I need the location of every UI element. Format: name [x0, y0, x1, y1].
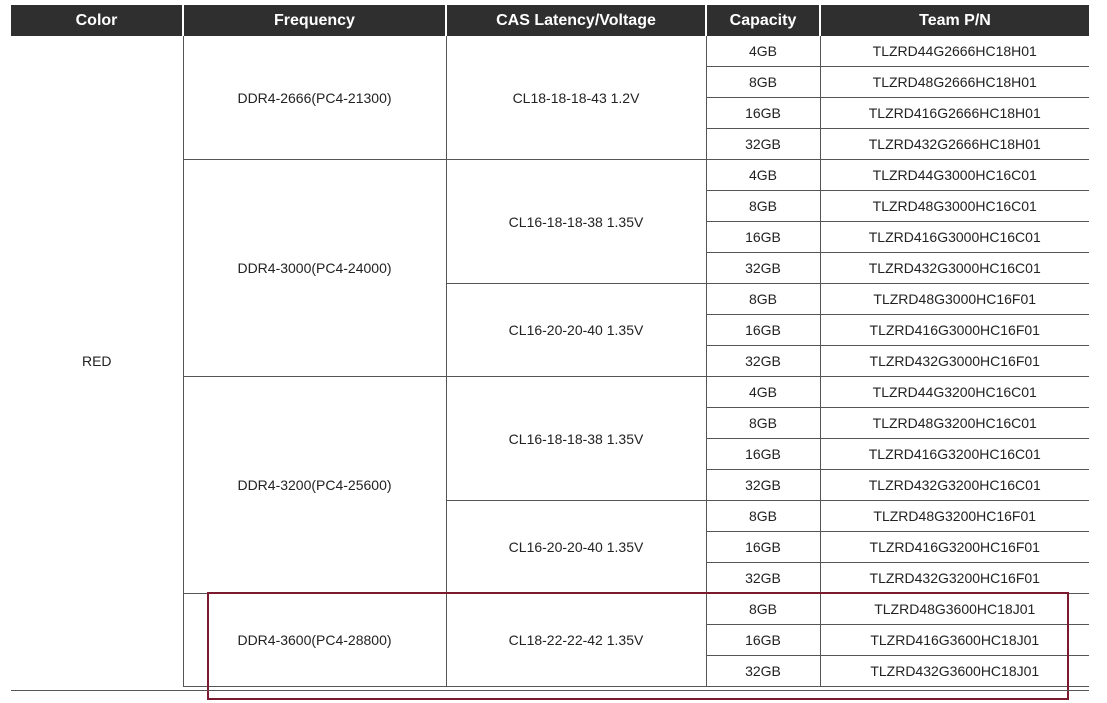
part-number-cell: TLZRD48G3600HC18J01 [820, 593, 1089, 625]
part-number-cell: TLZRD432G3600HC18J01 [820, 655, 1089, 687]
capacity-cell: 8GB [706, 593, 821, 625]
capacity-cell: 8GB [706, 190, 821, 222]
part-number-cell: TLZRD48G2666HC18H01 [820, 66, 1089, 98]
capacity-cell: 16GB [706, 438, 821, 470]
capacity-cell: 32GB [706, 252, 821, 284]
part-number-cell: TLZRD48G3000HC16C01 [820, 190, 1089, 222]
cas-latency-cell: CL16-20-20-40 1.35V [446, 500, 707, 594]
table-row: RED DDR4-2666(PC4-21300) CL18-18-18-43 1.2… [11, 36, 1089, 687]
part-number-cell: TLZRD416G2666HC18H01 [820, 97, 1089, 129]
capacity-cell: 16GB [706, 624, 821, 656]
part-number-cell: TLZRD48G3200HC16F01 [820, 500, 1089, 532]
cas-latency-cell: CL16-20-20-40 1.35V [446, 283, 707, 377]
capacity-cell: 32GB [706, 128, 821, 160]
cas-latency-cell: CL18-18-18-43 1.2V [446, 36, 707, 160]
part-number-cell: TLZRD416G3200HC16C01 [820, 438, 1089, 470]
capacity-cell: 4GB [706, 36, 821, 67]
part-number-cell: TLZRD432G3200HC16F01 [820, 562, 1089, 594]
capacity-cell: 16GB [706, 97, 821, 129]
memory-spec-table: Color Frequency CAS Latency/Voltage Capa… [11, 5, 1089, 687]
bottom-rule [11, 690, 1089, 691]
capacity-cell: 32GB [706, 469, 821, 501]
capacity-cell: 16GB [706, 314, 821, 346]
capacity-cell: 8GB [706, 66, 821, 98]
capacity-cell: 8GB [706, 500, 821, 532]
table-header-row: Color Frequency CAS Latency/Voltage Capa… [11, 5, 1089, 36]
part-number-cell: TLZRD432G3200HC16C01 [820, 469, 1089, 501]
capacity-cell: 32GB [706, 345, 821, 377]
part-number-cell: TLZRD416G3000HC16F01 [820, 314, 1089, 346]
capacity-cell: 16GB [706, 221, 821, 253]
part-number-cell: TLZRD48G3000HC16F01 [820, 283, 1089, 315]
header-capacity: Capacity [706, 5, 821, 36]
capacity-cell: 16GB [706, 531, 821, 563]
capacity-cell: 32GB [706, 562, 821, 594]
capacity-cell: 8GB [706, 283, 821, 315]
capacity-cell: 32GB [706, 655, 821, 687]
header-cas-latency: CAS Latency/Voltage [446, 5, 707, 36]
part-number-cell: TLZRD416G3600HC18J01 [820, 624, 1089, 656]
capacity-cell: 8GB [706, 407, 821, 439]
frequency-cell: DDR4-3000(PC4-24000) [183, 159, 447, 377]
frequency-cell: DDR4-3600(PC4-28800) [183, 593, 447, 687]
part-number-cell: TLZRD416G3200HC16F01 [820, 531, 1089, 563]
part-number-cell: TLZRD44G3200HC16C01 [820, 376, 1089, 408]
capacity-cell: 4GB [706, 159, 821, 191]
part-number-cell: TLZRD48G3200HC16C01 [820, 407, 1089, 439]
header-color: Color [11, 5, 184, 36]
header-frequency: Frequency [183, 5, 447, 36]
frequency-cell: DDR4-2666(PC4-21300) [183, 36, 447, 160]
part-number-cell: TLZRD432G3000HC16C01 [820, 252, 1089, 284]
table-body: RED DDR4-2666(PC4-21300) CL18-18-18-43 1.2… [11, 36, 1089, 687]
part-number-cell: TLZRD432G3000HC16F01 [820, 345, 1089, 377]
cas-latency-cell: CL16-18-18-38 1.35V [446, 376, 707, 501]
part-number-cell: TLZRD44G3000HC16C01 [820, 159, 1089, 191]
capacity-cell: 4GB [706, 376, 821, 408]
frequency-cell: DDR4-3200(PC4-25600) [183, 376, 447, 594]
part-number-cell: TLZRD44G2666HC18H01 [820, 36, 1089, 67]
header-part-number: Team P/N [820, 5, 1089, 36]
cas-latency-cell: CL18-22-22-42 1.35V [446, 593, 707, 687]
part-number-cell: TLZRD416G3000HC16C01 [820, 221, 1089, 253]
cas-latency-cell: CL16-18-18-38 1.35V [446, 159, 707, 284]
color-cell: RED [11, 36, 184, 687]
part-number-cell: TLZRD432G2666HC18H01 [820, 128, 1089, 160]
